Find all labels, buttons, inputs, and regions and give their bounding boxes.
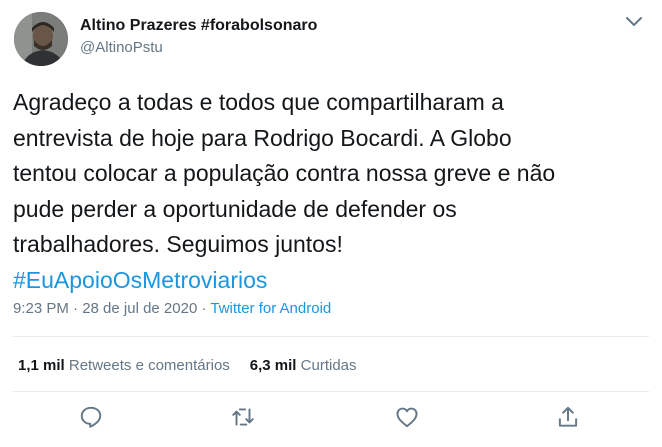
tweet-text-line: pude perder a oportunidade de defender o…	[13, 195, 457, 222]
retweet-button[interactable]	[230, 404, 256, 430]
retweets-label: Retweets e comentários	[68, 357, 230, 374]
tweet-metadata: 9:23 PM · 28 de jul de 2020 · Twitter fo…	[13, 300, 331, 317]
retweets-stat[interactable]: 1,1 mil Retweets e comentários	[18, 357, 230, 374]
avatar-image	[14, 12, 68, 66]
action-bar	[0, 404, 662, 434]
display-name[interactable]: Altino Prazeres #forabolsonaro	[80, 17, 317, 35]
tweet-card: Altino Prazeres #forabolsonaro @AltinoPs…	[0, 0, 662, 447]
likes-label: Curtidas	[300, 357, 357, 374]
tweet-menu-button[interactable]	[624, 14, 644, 30]
chevron-down-icon	[626, 17, 642, 26]
hashtag-link[interactable]: #EuApoioOsMetroviarios	[13, 263, 653, 299]
reply-button[interactable]	[78, 404, 104, 430]
like-button[interactable]	[394, 404, 420, 430]
likes-stat[interactable]: 6,3 mil Curtidas	[250, 357, 357, 374]
divider	[13, 391, 649, 392]
timestamp[interactable]: 9:23 PM · 28 de jul de 2020 ·	[13, 300, 210, 317]
user-handle[interactable]: @AltinoPstu	[80, 39, 163, 56]
heart-icon	[396, 407, 418, 428]
share-icon	[558, 406, 578, 427]
likes-count: 6,3 mil	[249, 357, 297, 374]
tweet-text-line: Agradeço a todas e todos que compartilha…	[13, 89, 504, 115]
tweet-text-line: trabalhadores. Seguimos juntos!	[13, 231, 343, 257]
tweet-text-line: tentou colocar a população contra nossa …	[13, 160, 556, 186]
divider	[13, 336, 649, 337]
source-link[interactable]: Twitter for Android	[210, 300, 331, 317]
engagement-stats: 1,1 mil Retweets e comentários 6,3 mil Cu…	[18, 357, 357, 374]
reply-icon	[80, 406, 102, 428]
retweet-icon	[232, 408, 254, 426]
tweet-text-line: entrevista de hoje para Rodrigo Bocardi.…	[13, 124, 512, 151]
share-button[interactable]	[555, 404, 581, 430]
avatar[interactable]	[14, 12, 68, 66]
tweet-text: Agradeço a todas e todos que compartilha…	[13, 85, 653, 298]
retweets-count: 1,1 mil	[18, 357, 65, 374]
